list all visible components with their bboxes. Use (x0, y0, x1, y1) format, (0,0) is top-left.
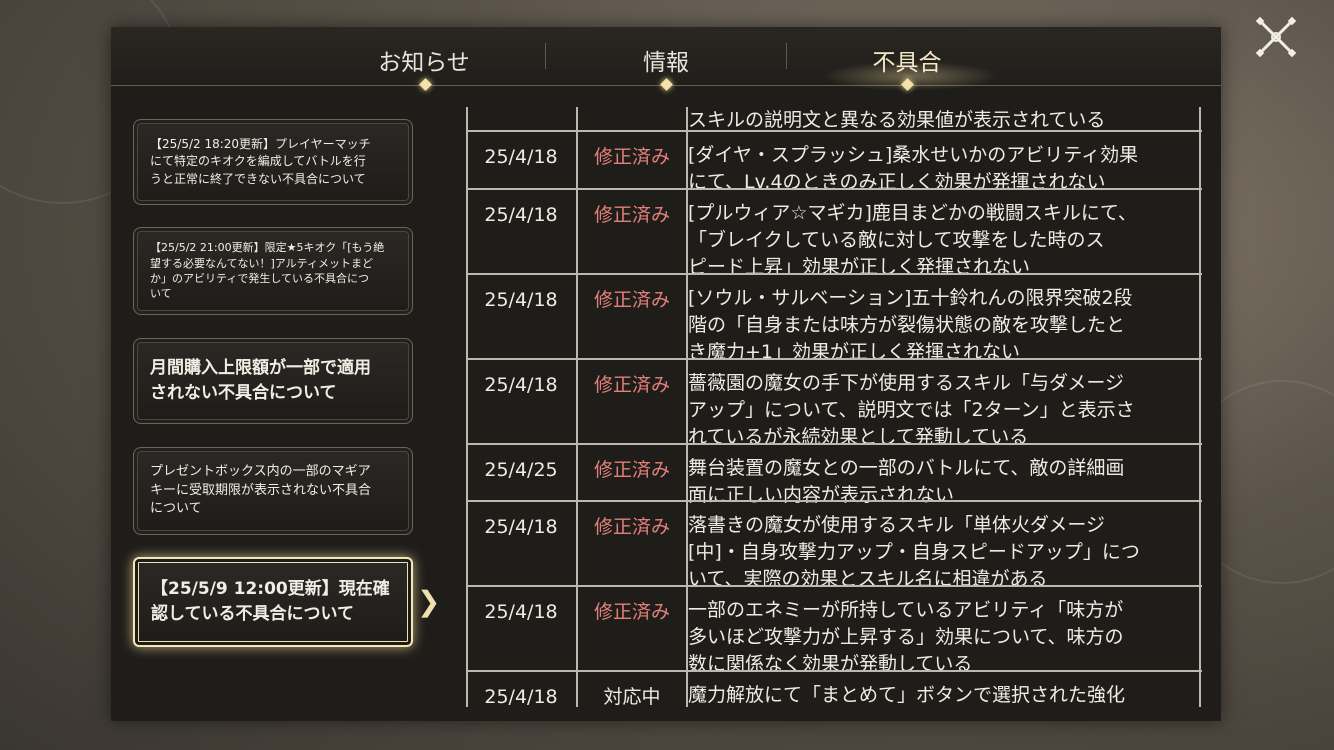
row-date: 25/4/18 (484, 686, 558, 707)
row-date: 25/4/18 (484, 601, 558, 623)
row-description: 一部のエネミーが所持しているアビリティ「味方が 多いほど攻撃力が上昇する」効果に… (688, 599, 1124, 675)
row-date (466, 107, 576, 117)
row-date: 25/4/25 (484, 459, 558, 481)
notice-item-purchase-limit[interactable]: 月間購入上限額が一部で適用 されない不具合について (133, 338, 413, 424)
row-status: 修正済み (593, 459, 670, 481)
notice-line: いて (150, 287, 172, 301)
bug-report-panel: お知らせ 情報 不具合 【25/5/2 18:20更新】プレイヤーマッチ にて特… (111, 27, 1221, 721)
table-column-divider (686, 107, 688, 707)
table-column-divider (576, 107, 578, 707)
table-column-divider (1199, 107, 1201, 707)
row-status: 対応中 (603, 686, 661, 707)
table-column-divider (466, 107, 468, 707)
close-x-icon[interactable] (1254, 15, 1298, 59)
notice-line: 月間購入上限額が一部で適用 (150, 358, 371, 379)
row-status: 修正済み (593, 601, 670, 623)
notice-item-current-bugs[interactable]: 【25/5/9 12:00更新】現在確 認している不具合について (133, 557, 413, 647)
notice-line: うと正常に終了できない不具合について (150, 171, 366, 186)
notice-item-text: プレゼントボックス内の一部のマギア キーに受取期限が表示されない不具合 について (150, 463, 371, 520)
row-description: 落書きの魔女が使用するスキル「単体火ダメージ [中]・自身攻撃力アップ・自身スピ… (688, 514, 1140, 590)
tab-divider (786, 43, 787, 69)
row-description: 薔薇園の魔女の手下が使用するスキル「与ダメージ アップ」について、説明文では「2… (688, 372, 1135, 448)
row-status: 修正済み (593, 204, 670, 226)
chevron-right-icon: ❯ (417, 585, 441, 618)
notice-line: 【25/5/2 21:00更新】限定★5キオク「[もう絶 (150, 241, 385, 255)
row-date: 25/4/18 (484, 516, 558, 538)
row-date: 25/4/18 (484, 204, 558, 226)
row-description: [ソウル・サルベーション]五十鈴れんの限界突破2段 階の「自身または味方が裂傷状… (688, 287, 1133, 363)
notice-item-text: 【25/5/2 21:00更新】限定★5キオク「[もう絶 望する必要なんてない！… (150, 240, 384, 302)
row-status (578, 107, 686, 117)
tab-bugs[interactable]: 不具合 (807, 43, 1007, 77)
row-description: 魔力解放にて「まとめて」ボタンで選択された強化 (688, 684, 1126, 706)
notice-item-text: 月間購入上限額が一部で適用 されない不具合について (150, 356, 371, 405)
notice-item-text: 【25/5/2 18:20更新】プレイヤーマッチ にて特定のキオクを編成してバト… (150, 136, 371, 188)
tab-divider (545, 43, 546, 69)
row-date: 25/4/18 (484, 146, 558, 168)
tab-info[interactable]: 情報 (566, 43, 766, 77)
notice-item-text: 【25/5/9 12:00更新】現在確 認している不具合について (151, 577, 390, 626)
tab-bar: お知らせ 情報 不具合 (111, 27, 1221, 91)
notice-line: 【25/5/9 12:00更新】現在確 (151, 579, 390, 600)
row-status: 修正済み (593, 374, 670, 396)
row-description: [ダイヤ・スプラッシュ]桑水せいかのアビリティ効果 にて、Lv.4のときのみ正し… (688, 144, 1139, 193)
tab-marker (419, 78, 432, 91)
notice-item-limited-kioku[interactable]: 【25/5/2 21:00更新】限定★5キオク「[もう絶 望する必要なんてない！… (133, 227, 413, 315)
notice-line: キーに受取期限が表示されない不具合 (150, 482, 372, 498)
tab-marker (660, 78, 673, 91)
notice-line: か」のアビリティで発生している不具合につ (150, 272, 370, 285)
notice-line: 認している不具合について (151, 604, 354, 624)
notice-line: について (150, 501, 202, 517)
tab-notices[interactable]: お知らせ (324, 43, 524, 77)
row-status: 修正済み (593, 146, 670, 168)
row-status: 修正済み (593, 516, 670, 538)
row-date: 25/4/18 (484, 374, 558, 396)
notice-item-present-box[interactable]: プレゼントボックス内の一部のマギア キーに受取期限が表示されない不具合 について (133, 447, 413, 535)
notice-line: にて特定のキオクを編成してバトルを行 (150, 154, 366, 169)
bug-table: スキルの説明文と異なる効果値が表示されている 25/4/18 修正済み [ダイヤ・スプ… (466, 107, 1202, 707)
notice-line: 望する必要なんてない！]アルティメットまど (150, 256, 373, 270)
notice-line: されない不具合について (150, 383, 337, 403)
row-date: 25/4/18 (484, 289, 558, 311)
row-status: 修正済み (593, 289, 670, 311)
row-description: [プルウィア☆マギカ]鹿目まどかの戦闘スキルにて、 「ブレイクしている敵に対して… (688, 202, 1137, 278)
notice-item-player-match[interactable]: 【25/5/2 18:20更新】プレイヤーマッチ にて特定のキオクを編成してバト… (133, 119, 413, 205)
notice-line: 【25/5/2 18:20更新】プレイヤーマッチ (150, 136, 371, 151)
notice-line: プレゼントボックス内の一部のマギア (150, 463, 371, 479)
